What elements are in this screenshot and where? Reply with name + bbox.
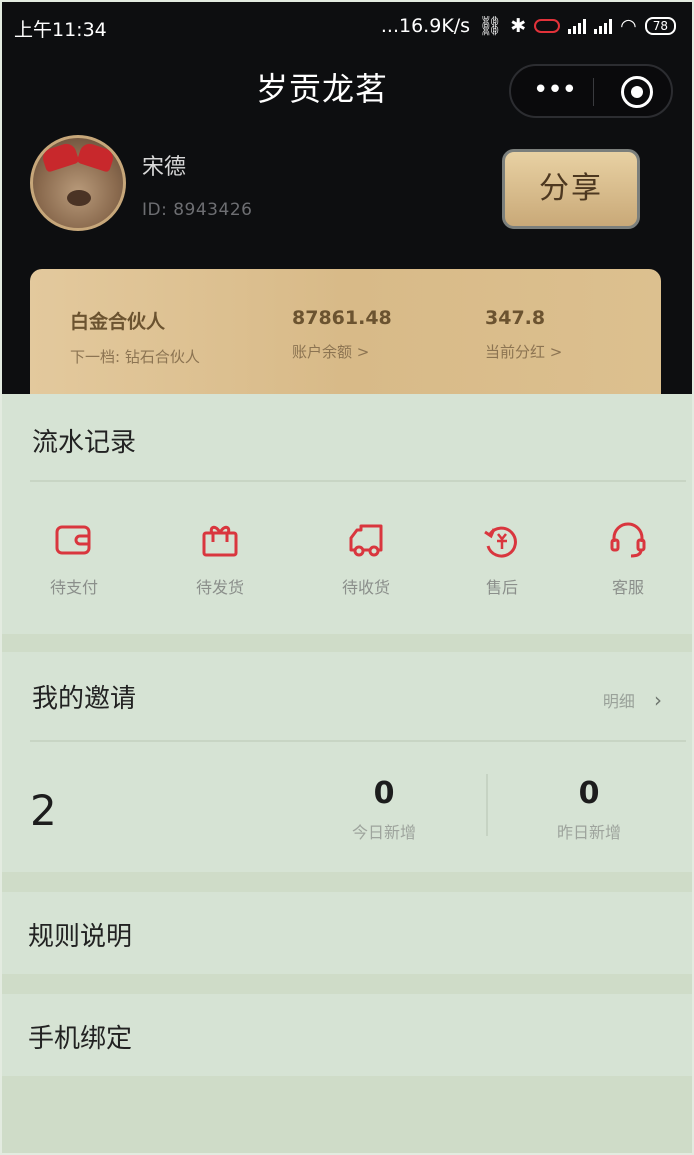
rules-title: 规则说明 [28,922,133,952]
order-after-sales[interactable]: 售后 [452,520,552,598]
customer-service[interactable]: 客服 [578,520,678,598]
avatar[interactable] [30,135,126,231]
wifi-icon: ◠ [620,14,637,37]
stat-divider [486,774,488,836]
dividend-column[interactable]: 347.8 当前分红 > [485,307,562,362]
records-divider [30,480,686,482]
order-pending-payment[interactable]: 待支付 [24,520,124,598]
phone-bind-title: 手机绑定 [28,1024,133,1054]
user-id: ID: 8943426 [142,200,253,220]
yesterday-new-value: 0 [578,776,600,811]
dividend-value: 347.8 [485,307,546,329]
capsule-divider [593,78,594,106]
dividend-link[interactable]: 当前分红 > [485,341,562,362]
order-label: 售后 [485,578,518,597]
today-new-label: 今日新增 [351,823,416,842]
app-screen: 上午11:34 ...16.9K/s ⛓ ✱ ◠ 78 岁贡龙茗 ••• 宋德 [0,0,694,1155]
invite-total: 2 [30,786,57,835]
balance-column[interactable]: 87861.48 账户余额 > [292,307,392,362]
yesterday-new-label: 昨日新增 [556,823,621,842]
refund-icon [482,520,522,560]
recording-icon [534,18,561,33]
balance-value: 87861.48 [292,307,392,329]
level-name: 白金合伙人 [70,311,166,333]
chevron-right-icon: › [654,688,662,712]
today-new-stat: 0 今日新增 [314,776,454,843]
network-speed: ...16.9K/s [380,14,471,37]
status-bar: 上午11:34 ...16.9K/s ⛓ ✱ ◠ 78 [2,2,692,52]
avatar-nose [67,190,91,206]
status-icons: ...16.9K/s ⛓ ✱ ◠ 78 [381,14,676,37]
order-status-row: 待支付 待发货 待收货 售后 客服 [2,520,692,610]
order-pending-shipment[interactable]: 待发货 [170,520,270,598]
battery-icon: 78 [644,16,676,35]
signal-icon [568,18,587,34]
status-time: 上午11:34 [14,19,107,41]
order-pending-receipt[interactable]: 待收货 [316,520,416,598]
close-target-icon[interactable] [621,76,653,108]
order-label: 待支付 [49,578,98,597]
link-icon: ⛓ [478,15,503,37]
headset-icon [608,520,648,560]
phone-bind-row[interactable]: 手机绑定 [2,994,692,1076]
order-label: 待发货 [195,578,244,597]
invite-title: 我的邀请 [32,684,137,714]
level-column: 白金合伙人 下一档: 钻石合伙人 [70,307,200,367]
more-icon[interactable]: ••• [533,77,577,104]
user-name: 宋德 [142,155,187,180]
next-level: 下一档: 钻石合伙人 [70,348,200,366]
order-label: 客服 [611,578,644,597]
wallet-icon [54,520,94,560]
mini-program-capsule: ••• [509,64,673,118]
order-label: 待收货 [341,578,390,597]
header: 上午11:34 ...16.9K/s ⛓ ✱ ◠ 78 岁贡龙茗 ••• 宋德 [2,2,692,394]
gift-box-icon [200,520,240,560]
bluetooth-icon: ✱ [510,14,527,37]
invite-detail-link[interactable]: 明细 › [603,688,662,712]
antler-left [40,141,80,173]
balance-link[interactable]: 账户余额 > [292,341,392,362]
signal-icon-2 [594,18,613,34]
invite-divider [30,740,686,742]
antler-right [76,141,116,173]
rules-row[interactable]: 规则说明 [2,892,692,974]
yesterday-new-stat: 0 昨日新增 [519,776,659,843]
detail-label: 明细 [602,692,635,711]
records-title: 流水记录 [32,428,137,458]
truck-icon [346,520,386,560]
today-new-value: 0 [373,776,395,811]
share-button[interactable]: 分享 [502,149,640,229]
membership-card: 白金合伙人 下一档: 钻石合伙人 87861.48 账户余额 > 347.8 当… [30,269,661,394]
